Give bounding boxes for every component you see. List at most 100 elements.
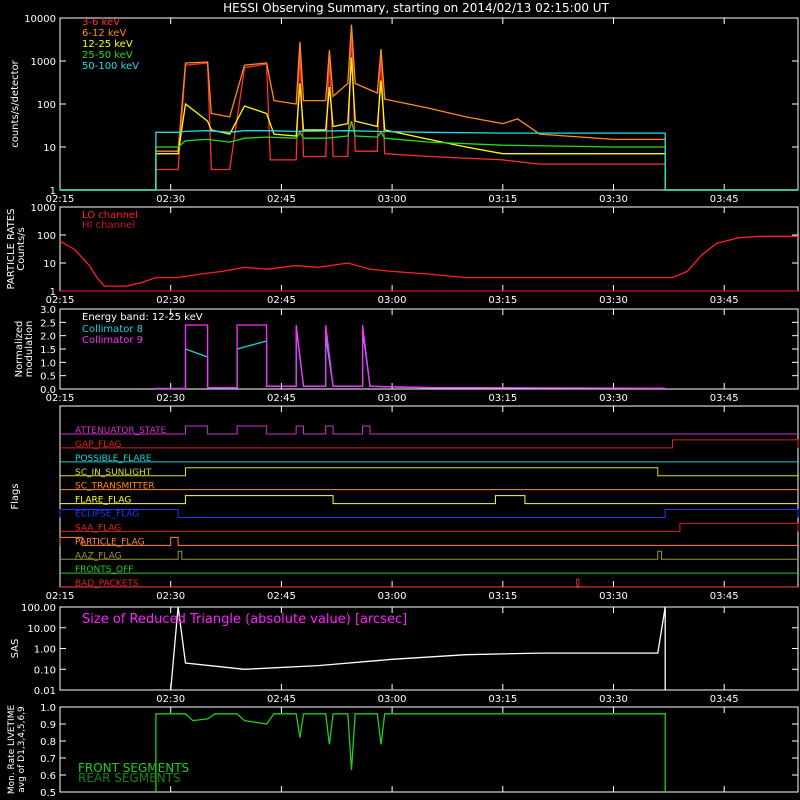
counts-ytick-label: 10 — [43, 143, 56, 154]
series-collimator-8 — [155, 327, 666, 390]
flags-xtick-label: 02:15 — [46, 591, 75, 602]
series-25-50-kev — [60, 120, 798, 191]
livetime-ytick-label: 0.9 — [40, 720, 56, 731]
flags-xtick-label: 03:15 — [488, 591, 517, 602]
modulation-ytick-label: 2.5 — [40, 318, 56, 329]
modulation-xtick-label: 03:15 — [488, 393, 517, 404]
counts-ytick-label: 10000 — [24, 14, 56, 25]
flag-label: AAZ_FLAG — [75, 551, 122, 561]
counts-ylabel: counts/s/detector — [10, 59, 21, 147]
flag-line-particle-flag — [59, 536, 798, 546]
legend-entry: 6-12 keV — [82, 28, 126, 39]
counts-panel-frame — [59, 17, 799, 191]
legend-entry: 25-50 keV — [82, 50, 133, 61]
flag-line-flare-flag — [60, 495, 798, 505]
flags-xtick-label: 03:30 — [599, 591, 628, 602]
chart-title: HESSI Observing Summary, starting on 201… — [223, 1, 609, 15]
sas-ytick-label: 100.00 — [21, 603, 56, 614]
livetime-ytick-label: 1.0 — [40, 703, 56, 714]
particle-panel-frame — [59, 206, 799, 292]
sas-xtick-label: 03:15 — [488, 694, 517, 705]
flag-label: POSSIBLE_FLARE — [75, 454, 152, 464]
sas-ytick-label: 0.10 — [34, 665, 56, 676]
sas-ylabel: SAS — [10, 639, 21, 659]
counts-xtick-label: 03:15 — [488, 194, 517, 205]
flag-line-saa-flag — [60, 522, 799, 532]
modulation-ytick-label: 1.0 — [40, 358, 56, 369]
legend-entry: 12-25 keV — [82, 39, 133, 50]
particle-xtick-label: 02:30 — [156, 295, 185, 306]
counts-xtick-label: 03:30 — [599, 194, 628, 205]
sas-xtick-label: 03:30 — [599, 694, 628, 705]
modulation-ytick-label: 3.0 — [40, 305, 56, 316]
series-collimator-9 — [155, 324, 666, 390]
legend-entry: HI channel — [82, 220, 135, 231]
counts-xtick-label: 02:30 — [156, 194, 185, 205]
series-front-segments — [155, 713, 666, 792]
sas-xtick-label: 02:30 — [156, 694, 185, 705]
legend-entry: REAR SEGMENTS — [78, 771, 181, 785]
sas-ytick-label: 1.00 — [34, 645, 56, 656]
modulation-ytick-label: 0.5 — [40, 372, 56, 383]
counts-xtick-label: 02:45 — [267, 194, 296, 205]
legend-entry: Collimator 8 — [82, 324, 143, 335]
particle-xtick-label: 02:45 — [267, 295, 296, 306]
livetime-ytick-label: 0.5 — [40, 788, 56, 799]
flag-line-eclipse-flag — [59, 509, 799, 518]
flag-label: ECLIPSE_FLAG — [75, 510, 139, 520]
flags-xtick-label: 03:45 — [710, 591, 739, 602]
livetime-ytick-label: 0.8 — [40, 737, 56, 748]
livetime-ytick-label: 0.7 — [40, 754, 56, 765]
sas-ytick-label: 0.01 — [34, 686, 56, 697]
modulation-ytick-label: 2.0 — [40, 332, 56, 343]
flags-panel-frame — [59, 405, 799, 588]
counts-ytick-label: 1000 — [31, 57, 56, 68]
sas-xtick-label: 03:45 — [710, 694, 739, 705]
flags-xtick-label: 02:45 — [267, 591, 296, 602]
sas-xtick-label: 02:45 — [267, 694, 296, 705]
livetime-ylabel: Mon. Rate LIVETIME — [7, 705, 17, 795]
modulation-xtick-label: 03:30 — [599, 393, 628, 404]
particle-xtick-label: 03:30 — [599, 295, 628, 306]
modulation-xtick-label: 03:00 — [378, 393, 407, 404]
particle-ytick-label: 1000 — [31, 203, 56, 214]
legend-entry: Collimator 9 — [82, 335, 143, 346]
flag-line-attenuator-state — [60, 425, 798, 435]
flag-line-aaz-flag — [60, 550, 798, 560]
particle-ytick-label: 100 — [37, 231, 56, 242]
particle-ylabel-units: Counts/s — [16, 227, 27, 271]
legend-entry: 3-6 keV — [82, 17, 120, 28]
flags-ylabel: Flags — [10, 483, 21, 509]
modulation-energy-band: Energy band: 12-25 keV — [82, 312, 203, 323]
counts-xtick-label: 03:45 — [710, 194, 739, 205]
modulation-ytick-label: 1.5 — [40, 345, 56, 356]
counts-ytick-label: 100 — [37, 100, 56, 111]
particle-ytick-label: 1 — [50, 287, 56, 298]
flag-label: ATTENUATOR_STATE — [75, 426, 167, 436]
modulation-xtick-label: 02:45 — [267, 393, 296, 404]
counts-ytick-label: 1 — [50, 186, 56, 197]
observing-summary-chart: HESSI Observing Summary, starting on 201… — [6, 1, 799, 799]
particle-xtick-label: 03:00 — [378, 295, 407, 306]
flag-label: GAP_FLAG — [75, 440, 121, 450]
flag-label: SC_IN_SUNLIGHT — [75, 468, 152, 478]
flag-label: PARTICLE_FLAG — [75, 537, 145, 547]
modulation-ytick-label: 0.0 — [40, 385, 56, 396]
sas-annotation: Size of Reduced Triangle (absolute value… — [82, 612, 407, 627]
livetime-ytick-label: 0.6 — [40, 771, 56, 782]
flags-xtick-label: 02:30 — [156, 591, 185, 602]
modulation-xtick-label: 02:30 — [156, 393, 185, 404]
modulation-ylabel-2: modulation — [24, 321, 35, 378]
flag-line-sc-in-sunlight — [60, 467, 798, 477]
sas-ytick-label: 10.00 — [27, 624, 56, 635]
flag-line-gap-flag — [60, 439, 799, 449]
series-6-12-kev — [60, 24, 798, 191]
sas-xtick-label: 03:00 — [378, 694, 407, 705]
flag-label: SC_TRANSMITTER — [75, 482, 155, 492]
legend-entry: 50-100 keV — [82, 61, 139, 72]
flag-label: FLARE_FLAG — [75, 496, 131, 506]
series-lo-channel — [59, 235, 798, 287]
flag-label: SAA_FLAG — [75, 523, 121, 533]
flag-label: FRONTS_OFF — [75, 565, 133, 575]
counts-xtick-label: 03:00 — [378, 194, 407, 205]
